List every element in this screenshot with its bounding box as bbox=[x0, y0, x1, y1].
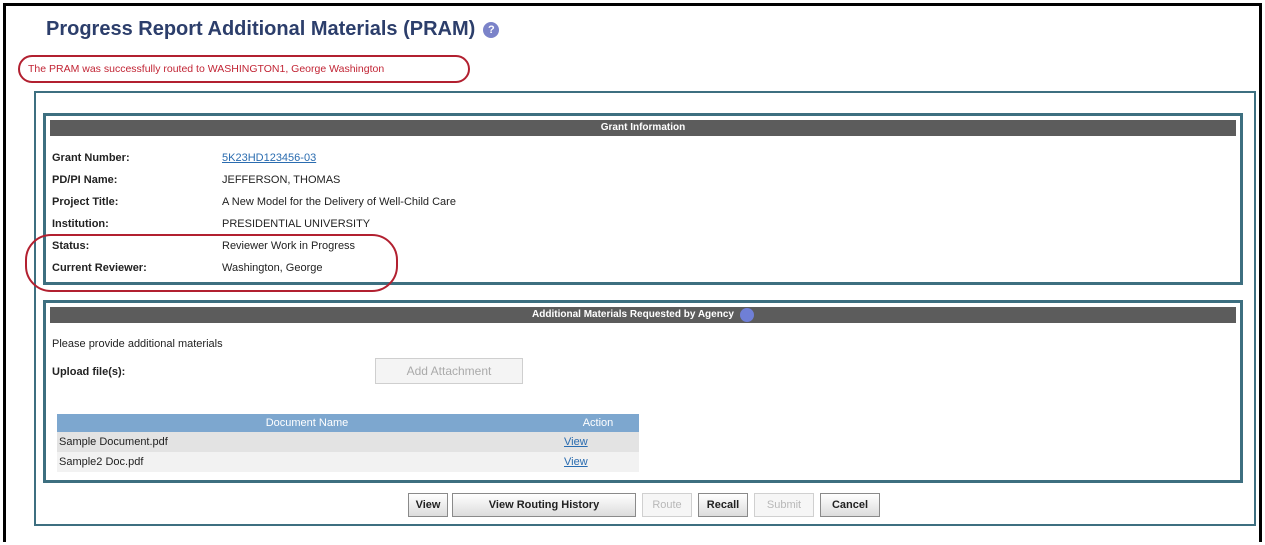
pi-name-label: PD/PI Name: bbox=[52, 174, 118, 186]
view-button[interactable]: View bbox=[408, 493, 448, 517]
project-title-label: Project Title: bbox=[52, 196, 119, 208]
pi-name-value: JEFFERSON, THOMAS bbox=[222, 174, 341, 186]
view-document-link[interactable]: View bbox=[559, 456, 588, 468]
upload-files-label: Upload file(s): bbox=[52, 366, 126, 378]
project-title-row: Project Title: A New Model for the Deliv… bbox=[52, 196, 456, 208]
document-name-column-header: Document Name bbox=[57, 414, 557, 432]
table-row: Sample2 Doc.pdf View bbox=[57, 452, 639, 472]
view-document-link[interactable]: View bbox=[559, 436, 588, 448]
success-message-text: The PRAM was successfully routed to WASH… bbox=[28, 63, 385, 75]
help-icon[interactable]: ? bbox=[483, 21, 500, 38]
additional-materials-panel: Additional Materials Requested by Agency… bbox=[43, 300, 1243, 483]
add-attachment-button[interactable]: Add Attachment bbox=[375, 358, 523, 384]
success-message: The PRAM was successfully routed to WASH… bbox=[18, 55, 470, 83]
view-routing-history-button[interactable]: View Routing History bbox=[452, 493, 636, 517]
action-column-header: Action bbox=[557, 414, 639, 432]
pi-name-row: PD/PI Name: JEFFERSON, THOMAS bbox=[52, 174, 340, 186]
recall-button[interactable]: Recall bbox=[698, 493, 748, 517]
institution-label: Institution: bbox=[52, 218, 109, 230]
additional-materials-header: Additional Materials Requested by Agency bbox=[50, 307, 1236, 323]
table-header-row: Document Name Action bbox=[57, 414, 639, 432]
grant-number-row: Grant Number: 5K23HD123456-03 bbox=[52, 152, 316, 164]
grant-number-link[interactable]: 5K23HD123456-03 bbox=[222, 152, 316, 164]
route-button[interactable]: Route bbox=[642, 493, 692, 517]
materials-instructions: Please provide additional materials bbox=[52, 338, 223, 350]
document-name-cell: Sample Document.pdf bbox=[57, 432, 557, 452]
cancel-button[interactable]: Cancel bbox=[820, 493, 880, 517]
project-title-value: A New Model for the Delivery of Well-Chi… bbox=[222, 196, 456, 208]
additional-materials-header-text: Additional Materials Requested by Agency bbox=[532, 309, 734, 320]
table-row: Sample Document.pdf View bbox=[57, 432, 639, 452]
submit-button[interactable]: Submit bbox=[754, 493, 814, 517]
document-name-cell: Sample2 Doc.pdf bbox=[57, 452, 557, 472]
institution-value: PRESIDENTIAL UNIVERSITY bbox=[222, 218, 371, 230]
help-icon[interactable] bbox=[739, 308, 754, 322]
status-highlight-ellipse bbox=[25, 234, 398, 292]
grant-number-label: Grant Number: bbox=[52, 152, 130, 164]
page-title: Progress Report Additional Materials (PR… bbox=[46, 18, 476, 40]
grant-information-header: Grant Information bbox=[50, 120, 1236, 136]
institution-row: Institution: PRESIDENTIAL UNIVERSITY bbox=[52, 218, 370, 230]
page-title-block: Progress Report Additional Materials (PR… bbox=[46, 18, 500, 41]
documents-table: Document Name Action Sample Document.pdf… bbox=[57, 414, 639, 472]
